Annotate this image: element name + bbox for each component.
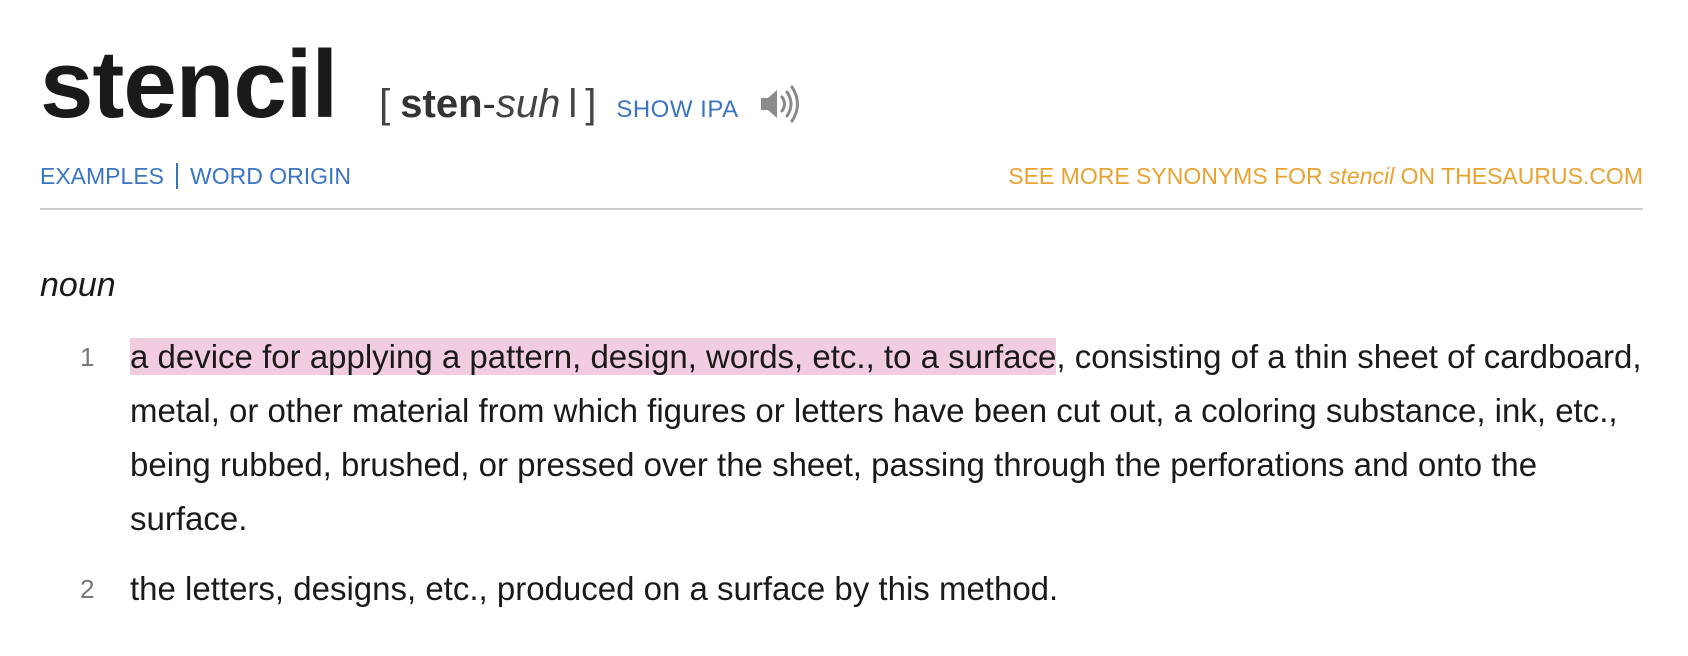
synonyms-link-word: stencil (1329, 162, 1395, 189)
synonyms-link-prefix: SEE MORE SYNONYMS FOR (1008, 162, 1330, 189)
tab-separator (176, 163, 178, 189)
headword: stencil (40, 31, 338, 138)
synonyms-link-suffix: ON THESAURUS.COM (1394, 162, 1643, 189)
headword-row: stencil [ sten - suh l ] SHOW IPA (40, 30, 803, 140)
pronunciation-stressed-syllable: sten (400, 82, 483, 126)
pronunciation-dash: - (482, 82, 496, 126)
pronunciation-final-l: l (568, 82, 578, 126)
pronunciation: [ sten - suh l ] (379, 82, 596, 127)
definition-highlighted-text: a device for applying a pattern, design,… (130, 338, 1057, 375)
section-divider (40, 208, 1643, 210)
definition-text: the letters, designs, etc., produced on … (130, 570, 1059, 607)
show-ipa-button[interactable]: SHOW IPA (616, 96, 738, 124)
speaker-icon-graphic (760, 85, 799, 123)
tab-examples[interactable]: EXAMPLES (40, 163, 164, 190)
pronunciation-close-bracket: ] (585, 82, 597, 126)
part-of-speech: noun (40, 266, 116, 304)
pronunciation-unstressed-syllable: suh (495, 82, 561, 126)
definition-number: 1 (80, 342, 95, 372)
definition-number: 2 (80, 574, 95, 604)
pronunciation-open-bracket: [ (379, 82, 391, 126)
entry-tabs: EXAMPLES WORD ORIGIN SEE MORE SYNONYMS F… (40, 158, 1643, 194)
definition-item: 2 the letters, designs, etc., produced o… (40, 562, 1643, 616)
definition-list: 1 a device for applying a pattern, desig… (40, 330, 1643, 632)
definition-item: 1 a device for applying a pattern, desig… (40, 330, 1643, 546)
speaker-icon[interactable] (757, 81, 803, 127)
thesaurus-synonyms-link[interactable]: SEE MORE SYNONYMS FOR stencil ON THESAUR… (1008, 163, 1643, 190)
tab-word-origin[interactable]: WORD ORIGIN (190, 163, 351, 190)
